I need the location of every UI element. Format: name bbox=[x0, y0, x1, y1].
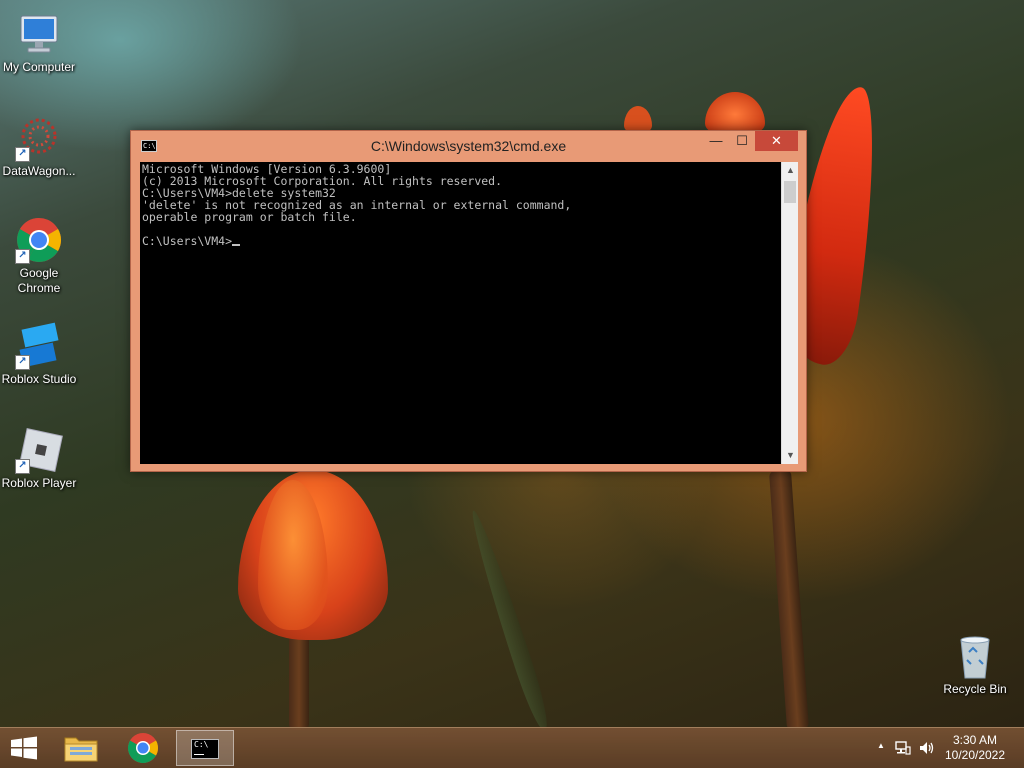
taskbar-cmd[interactable]: C:\ bbox=[176, 730, 234, 766]
vertical-scrollbar[interactable]: ▲ ▼ bbox=[781, 162, 798, 464]
desktop-icon-roblox-studio[interactable]: ↗ Roblox Studio bbox=[0, 322, 78, 387]
cmd-icon-text: C:\ bbox=[194, 740, 209, 749]
taskbar-chrome[interactable] bbox=[118, 730, 168, 766]
console-prompt-line[interactable]: C:\Users\VM4> bbox=[142, 235, 779, 247]
desktop-icon-label: Google Chrome bbox=[17, 266, 61, 295]
desktop-icon-recycle-bin[interactable]: Recycle Bin bbox=[936, 632, 1014, 697]
cmd-icon: C:\ bbox=[191, 739, 219, 759]
scrollbar-thumb[interactable] bbox=[784, 181, 796, 203]
taskbar-file-explorer[interactable] bbox=[56, 730, 106, 766]
taskbar-clock[interactable]: 3:30 AM 10/20/2022 bbox=[940, 733, 1010, 763]
desktop-icon-google-chrome[interactable]: ↗ Google Chrome bbox=[0, 216, 78, 296]
desktop-icon-label: DataWagon... bbox=[2, 164, 76, 178]
desktop-icon-label: My Computer bbox=[2, 60, 76, 74]
volume-icon[interactable] bbox=[918, 739, 936, 757]
shortcut-arrow-icon: ↗ bbox=[15, 147, 30, 162]
taskbar: C:\ ▲ 3:30 AM 10/20/2022 bbox=[0, 727, 1024, 768]
folder-icon bbox=[64, 737, 98, 762]
desktop-icon-roblox-player[interactable]: ↗ Roblox Player bbox=[0, 426, 78, 491]
datawagon-icon: ↗ bbox=[15, 114, 63, 162]
computer-icon bbox=[15, 10, 63, 58]
show-hidden-icons-button[interactable]: ▲ bbox=[874, 741, 888, 750]
chrome-icon: ↗ bbox=[15, 216, 63, 264]
desktop-icon-my-computer[interactable]: My Computer bbox=[0, 10, 78, 75]
minimize-button[interactable]: — bbox=[703, 131, 729, 151]
console-line: operable program or batch file. bbox=[142, 210, 357, 224]
network-icon[interactable] bbox=[894, 739, 912, 757]
scroll-up-arrow-icon[interactable]: ▲ bbox=[782, 162, 799, 179]
console-output[interactable]: Microsoft Windows [Version 6.3.9600] (c) … bbox=[140, 162, 781, 464]
clock-date: 10/20/2022 bbox=[944, 748, 1006, 762]
close-button[interactable]: ✕ bbox=[755, 131, 798, 151]
cmd-window[interactable]: C:\ C:\Windows\system32\cmd.exe — ☐ ✕ Mi… bbox=[130, 130, 807, 472]
shortcut-arrow-icon: ↗ bbox=[15, 459, 30, 474]
shortcut-arrow-icon: ↗ bbox=[15, 355, 30, 370]
desktop-icon-label: Roblox Studio bbox=[1, 372, 77, 386]
roblox-studio-icon: ↗ bbox=[15, 322, 63, 370]
windows-logo-icon bbox=[11, 736, 37, 760]
roblox-player-icon: ↗ bbox=[15, 426, 63, 474]
scroll-down-arrow-icon[interactable]: ▼ bbox=[782, 447, 799, 464]
desktop-icon-label: Roblox Player bbox=[1, 476, 77, 490]
start-button[interactable] bbox=[0, 730, 48, 766]
console-prompt: C:\Users\VM4> bbox=[142, 234, 233, 248]
shortcut-arrow-icon: ↗ bbox=[15, 249, 30, 264]
desktop-icon-datawagon[interactable]: ↗ DataWagon... bbox=[0, 114, 78, 179]
maximize-button[interactable]: ☐ bbox=[729, 131, 755, 151]
system-tray: ▲ 3:30 AM 10/20/2022 bbox=[864, 728, 1024, 768]
desktop-icon-label: Recycle Bin bbox=[943, 682, 1007, 696]
chrome-icon bbox=[127, 733, 159, 764]
clock-time: 3:30 AM bbox=[952, 733, 998, 747]
recycle-bin-icon bbox=[951, 632, 999, 680]
text-cursor bbox=[232, 244, 241, 246]
desktop: My Computer ↗ DataWagon... ↗ Google Chro… bbox=[0, 0, 1024, 768]
window-titlebar[interactable]: C:\ C:\Windows\system32\cmd.exe — ☐ ✕ bbox=[131, 131, 806, 161]
